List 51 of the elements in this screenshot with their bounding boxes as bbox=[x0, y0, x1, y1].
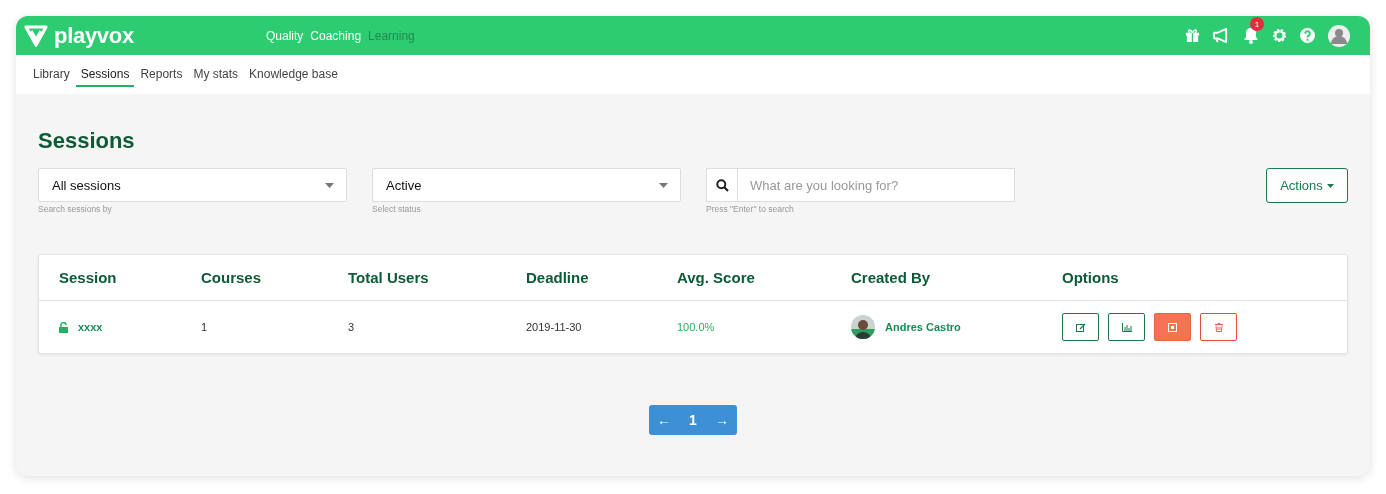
actions-button[interactable]: Actions bbox=[1266, 168, 1348, 203]
filter-dropdown[interactable]: Active bbox=[372, 168, 681, 202]
field-hint: Select status bbox=[372, 204, 422, 214]
trash-icon bbox=[1214, 322, 1223, 332]
bell-icon[interactable] bbox=[1243, 27, 1259, 44]
subnav-tab[interactable]: Sessions bbox=[75, 62, 135, 87]
bar-chart-icon bbox=[1121, 322, 1132, 332]
page-title: Sessions bbox=[38, 128, 136, 154]
page-link[interactable]: 1 bbox=[689, 412, 697, 428]
edit-icon bbox=[1075, 322, 1086, 332]
search-icon bbox=[715, 178, 729, 192]
help-icon[interactable] bbox=[1300, 28, 1315, 43]
table-cell-text: 3 bbox=[348, 321, 356, 333]
stop-button[interactable] bbox=[1154, 313, 1191, 341]
stop-icon bbox=[1168, 322, 1177, 332]
column-header: Deadline bbox=[526, 269, 590, 286]
megaphone-icon[interactable] bbox=[1213, 28, 1230, 43]
brand-name: playvox bbox=[54, 22, 134, 49]
column-header: Avg. Score bbox=[677, 269, 756, 286]
caret-icon bbox=[659, 182, 668, 188]
session-link[interactable]: xxxx bbox=[78, 321, 103, 333]
field-hint: Search sessions by bbox=[38, 204, 113, 214]
table-cell-text: 2019-11-30 bbox=[526, 321, 583, 333]
next-page-link[interactable]: → bbox=[714, 412, 729, 428]
field-hint: Press "Enter" to search bbox=[706, 204, 795, 214]
subnav-tab[interactable]: My stats bbox=[188, 62, 244, 87]
edit-button[interactable] bbox=[1062, 313, 1099, 341]
filter-dropdown[interactable]: All sessions bbox=[38, 168, 347, 202]
settings-icon[interactable] bbox=[1272, 28, 1287, 43]
stats-button[interactable] bbox=[1108, 313, 1145, 341]
subnav-tab[interactable]: Knowledge base bbox=[244, 62, 343, 87]
search-field[interactable]: What are you looking for? bbox=[738, 168, 1015, 202]
user-link[interactable]: Andres Castro bbox=[885, 321, 961, 333]
column-header: Total Users bbox=[348, 269, 430, 286]
subnav-tab[interactable]: Library bbox=[28, 62, 75, 87]
column-header: Created By bbox=[851, 269, 932, 286]
caret-icon bbox=[1326, 183, 1334, 188]
logo-icon bbox=[24, 24, 48, 47]
search-button[interactable] bbox=[706, 168, 738, 202]
delete-button[interactable] bbox=[1200, 313, 1237, 341]
subnav-tab[interactable]: Reports bbox=[135, 62, 188, 87]
column-header: Courses bbox=[201, 269, 263, 286]
gift-icon[interactable] bbox=[1185, 28, 1200, 43]
user-avatar-icon[interactable] bbox=[1328, 24, 1350, 47]
column-header: Session bbox=[59, 269, 118, 286]
table-cell-text: 1 bbox=[201, 321, 209, 333]
notification-badge: 1 bbox=[1250, 17, 1264, 31]
caret-icon bbox=[325, 182, 334, 188]
column-header: Options bbox=[1062, 269, 1120, 286]
score-cell-text: 100.0% bbox=[677, 321, 716, 333]
previous-page-link[interactable]: ← bbox=[657, 412, 672, 428]
